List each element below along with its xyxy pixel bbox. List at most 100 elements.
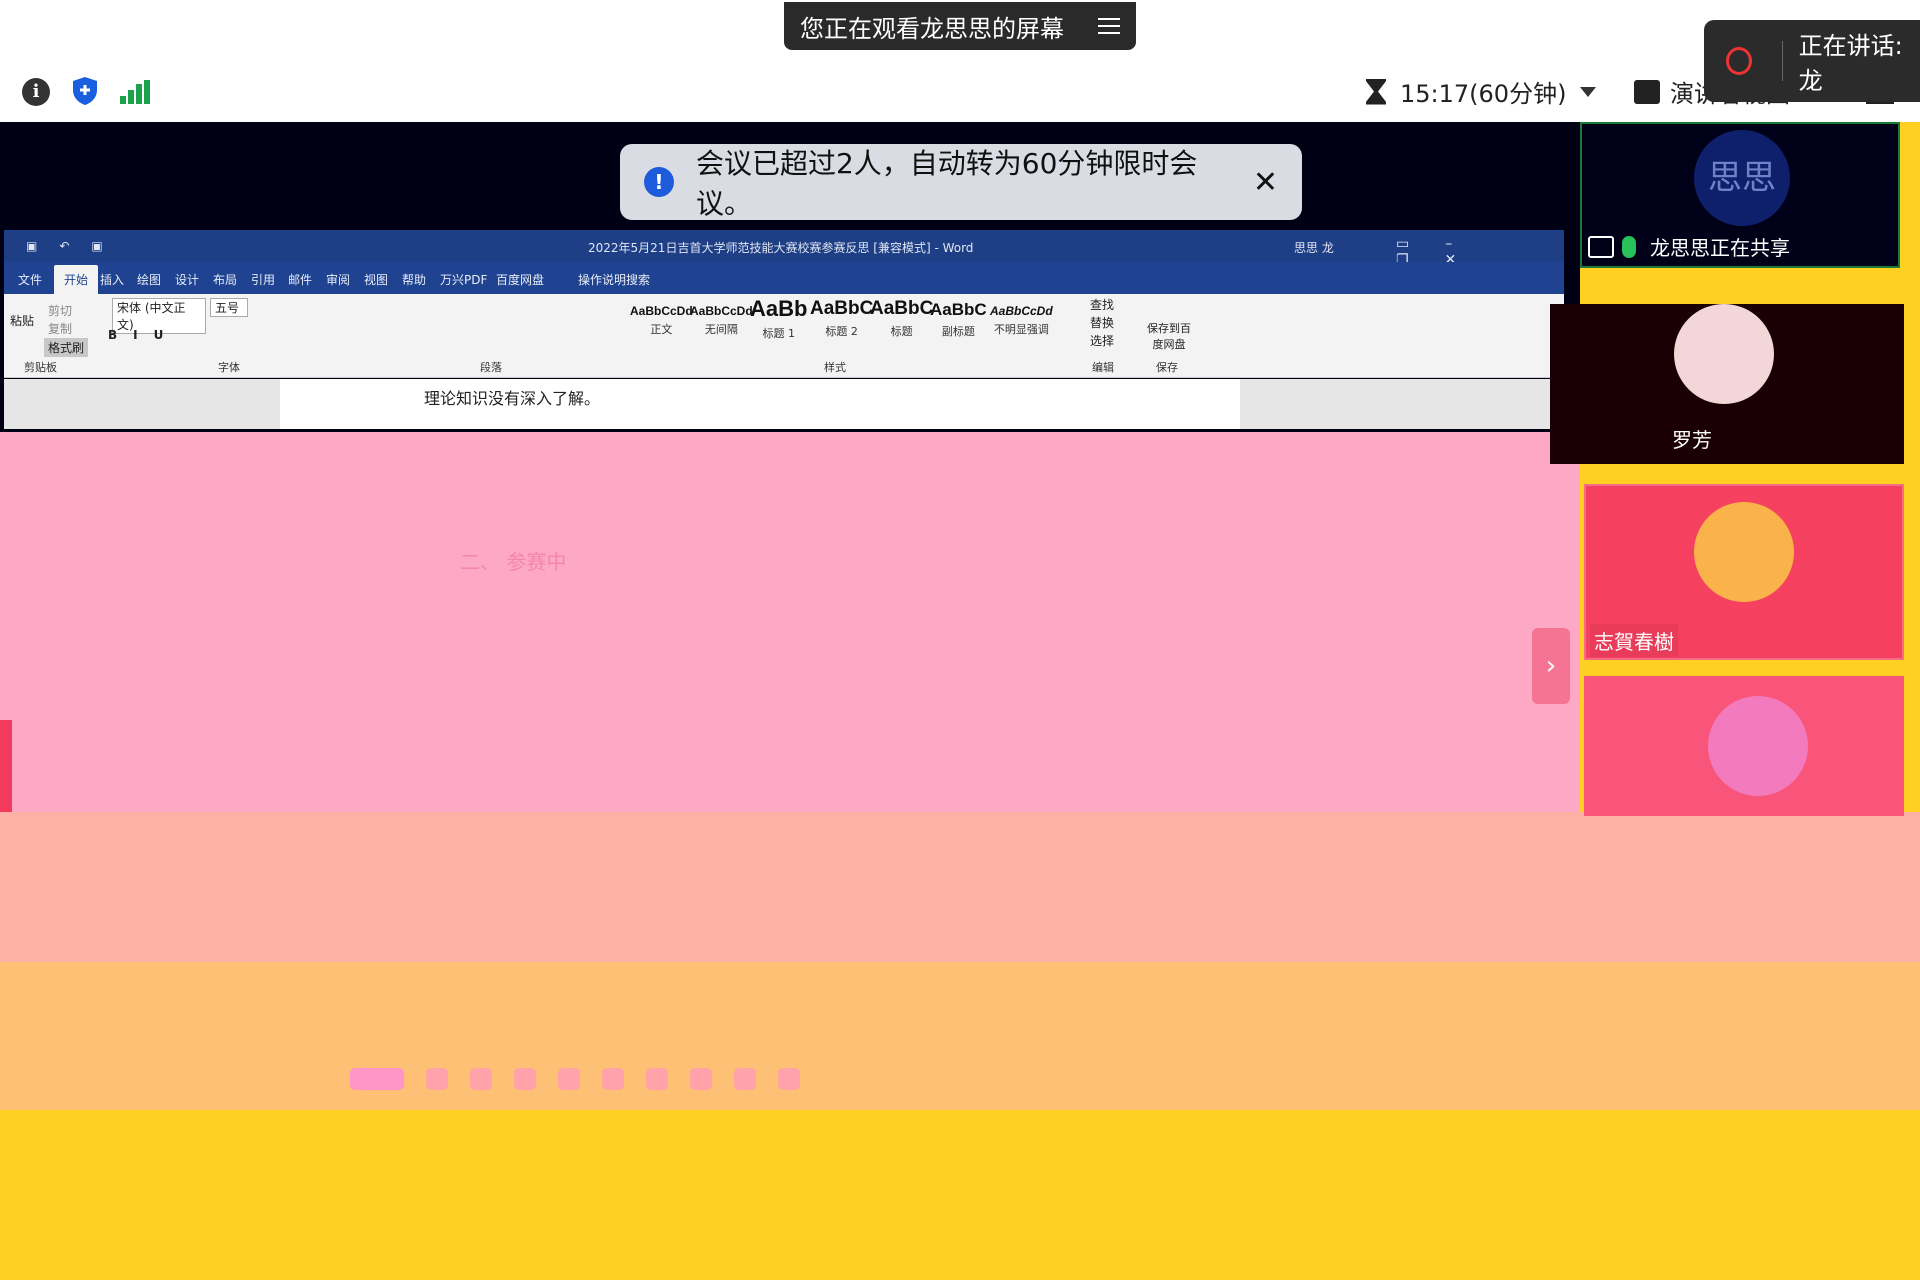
participant-name: 龙思思正在共享 <box>1650 236 1790 260</box>
info-icon[interactable]: i <box>22 78 50 106</box>
ghost-document-text: 二、 参赛中 <box>440 540 566 585</box>
banner-text: 您正在观看龙思思的屏幕 <box>800 14 1064 43</box>
font-format-buttons[interactable]: BIU <box>108 328 179 342</box>
participant-label: 龙思思正在共享 <box>1588 232 1790 261</box>
mic-muted-icon[interactable] <box>1726 47 1752 75</box>
style-subtle-emphasis[interactable]: AaBbCcDd 不明显强调 <box>990 304 1053 337</box>
tab-draw[interactable]: 绘图 <box>137 271 161 288</box>
ghost-icon <box>778 1068 800 1090</box>
style-normal[interactable]: AaBbCcDd 正文 <box>630 304 693 337</box>
chevron-down-icon[interactable] <box>1580 86 1597 97</box>
word-title-bar: ▣↶▣ 2022年5月21日吉首大学师范技能大赛校赛参赛反思 [兼容模式] - … <box>4 230 1564 268</box>
document-line: 理论知识没有深入了解。 <box>424 389 601 408</box>
style-sample: AaBb <box>750 296 808 321</box>
save-group-label: 保存 <box>1156 361 1178 374</box>
ghost-icon <box>558 1068 580 1090</box>
style-sample: AaBbCcDd <box>630 304 693 318</box>
style-sample: AaBbCcDd <box>690 304 753 318</box>
separator <box>1781 41 1783 81</box>
style-subtitle[interactable]: AaBbC 副标题 <box>930 300 987 339</box>
glitch-overlay <box>0 432 1580 812</box>
format-painter-button[interactable]: 格式刷 <box>44 338 89 357</box>
word-window: ▣↶▣ 2022年5月21日吉首大学师范技能大赛校赛参赛反思 [兼容模式] - … <box>4 230 1564 434</box>
signal-icon[interactable] <box>120 80 150 104</box>
tab-baidu-netdisk[interactable]: 百度网盘 <box>496 271 544 288</box>
tab-layout[interactable]: 布局 <box>213 271 237 288</box>
avatar <box>1694 502 1794 602</box>
font-size-select[interactable]: 五号 <box>210 298 248 317</box>
ghost-icon <box>690 1068 712 1090</box>
ghost-icon <box>734 1068 756 1090</box>
close-icon[interactable]: ✕ <box>1253 165 1278 200</box>
avatar <box>1708 696 1808 796</box>
collapse-gallery-button[interactable]: › <box>1532 628 1570 704</box>
style-no-spacing[interactable]: AaBbCcDd 无间隔 <box>690 304 753 337</box>
tab-file[interactable]: 文件 <box>18 271 42 288</box>
glitch-overlay <box>0 962 1920 1110</box>
tab-wondershare-pdf[interactable]: 万兴PDF <box>440 271 487 288</box>
tab-view[interactable]: 视图 <box>364 271 388 288</box>
find-button[interactable]: 查找 <box>1090 296 1114 313</box>
screen-share-icon <box>1588 235 1614 258</box>
style-sample: AaBbC <box>810 298 874 319</box>
font-group-label: 字体 <box>218 361 240 374</box>
paste-button[interactable]: 粘贴 <box>10 312 34 329</box>
ghost-toolbar <box>350 1068 800 1090</box>
style-sample: AaBbC <box>930 300 987 319</box>
save-to-baidu-button[interactable]: 保存到百度网盘 <box>1144 320 1194 352</box>
style-sample: AaBbCcDd <box>990 304 1053 318</box>
glitch-overlay <box>0 812 1920 962</box>
participant-name: 罗芳 <box>1672 428 1712 452</box>
ghost-icon <box>602 1068 624 1090</box>
word-document-title: 2022年5月21日吉首大学师范技能大赛校赛参赛反思 [兼容模式] - Word <box>588 241 974 255</box>
participant-tile[interactable]: 思思 龙思思正在共享 <box>1580 122 1900 268</box>
word-menu-bar: 文件 开始 插入 绘图 设计 布局 引用 邮件 审阅 视图 帮助 万兴PDF 百… <box>4 262 1564 294</box>
style-heading-2[interactable]: AaBbC 标题 2 <box>810 298 873 339</box>
hourglass-icon <box>1366 78 1386 105</box>
participant-name: 志賀春樹 <box>1590 624 1678 657</box>
word-user-name[interactable]: 思思 龙 <box>1294 239 1334 256</box>
shield-icon[interactable] <box>72 76 98 106</box>
style-name: 无间隔 <box>704 323 738 336</box>
style-name: 副标题 <box>941 325 975 338</box>
participant-tile[interactable]: 志賀春樹 <box>1584 484 1904 660</box>
glitch-overlay <box>0 1110 1920 1280</box>
style-name: 标题 1 <box>762 327 795 340</box>
tab-help[interactable]: 帮助 <box>402 271 426 288</box>
layout-icon <box>1634 79 1660 104</box>
participant-tile[interactable] <box>1584 676 1904 816</box>
style-name: 不明显强调 <box>993 323 1049 336</box>
style-title[interactable]: AaBbC 标题 <box>870 298 933 339</box>
mic-icon <box>1622 235 1636 258</box>
tab-design[interactable]: 设计 <box>175 271 199 288</box>
quick-access-toolbar[interactable]: ▣↶▣ <box>26 239 125 253</box>
copy-button[interactable]: 复制 <box>48 320 72 337</box>
tell-me-search[interactable]: 操作说明搜索 <box>578 271 650 288</box>
select-button[interactable]: 选择 <box>1090 332 1114 349</box>
tab-references[interactable]: 引用 <box>251 271 275 288</box>
paragraph-group-label: 段落 <box>480 361 502 374</box>
ghost-icon <box>350 1068 404 1090</box>
viewing-screen-banner[interactable]: 您正在观看龙思思的屏幕 <box>784 2 1136 50</box>
ghost-icon <box>426 1068 448 1090</box>
tab-mailings[interactable]: 邮件 <box>288 271 312 288</box>
alert-icon: ! <box>644 167 674 197</box>
replace-button[interactable]: 替换 <box>1090 314 1114 331</box>
tab-home[interactable]: 开始 <box>54 265 99 294</box>
style-name: 标题 2 <box>825 325 858 338</box>
style-sample: AaBbC <box>870 298 934 319</box>
ghost-heading: 二、 参赛中 <box>460 550 567 574</box>
tab-insert[interactable]: 插入 <box>100 271 124 288</box>
menu-icon[interactable] <box>1098 18 1120 34</box>
ghost-icon <box>514 1068 536 1090</box>
cut-button[interactable]: 剪切 <box>48 302 72 319</box>
meeting-timer[interactable]: 15:17(60分钟) <box>1366 74 1597 109</box>
avatar <box>1674 304 1774 404</box>
style-name: 正文 <box>650 323 673 336</box>
edit-group-label: 编辑 <box>1092 361 1114 374</box>
style-name: 标题 <box>890 325 913 338</box>
style-heading-1[interactable]: AaBb 标题 1 <box>750 296 807 341</box>
participant-tile[interactable]: 罗芳 <box>1550 304 1904 464</box>
word-ribbon: 粘贴 剪切 复制 格式刷 剪贴板 宋体 (中文正文) 五号 BIU 字体 段落 … <box>4 294 1564 378</box>
tab-review[interactable]: 审阅 <box>326 271 350 288</box>
